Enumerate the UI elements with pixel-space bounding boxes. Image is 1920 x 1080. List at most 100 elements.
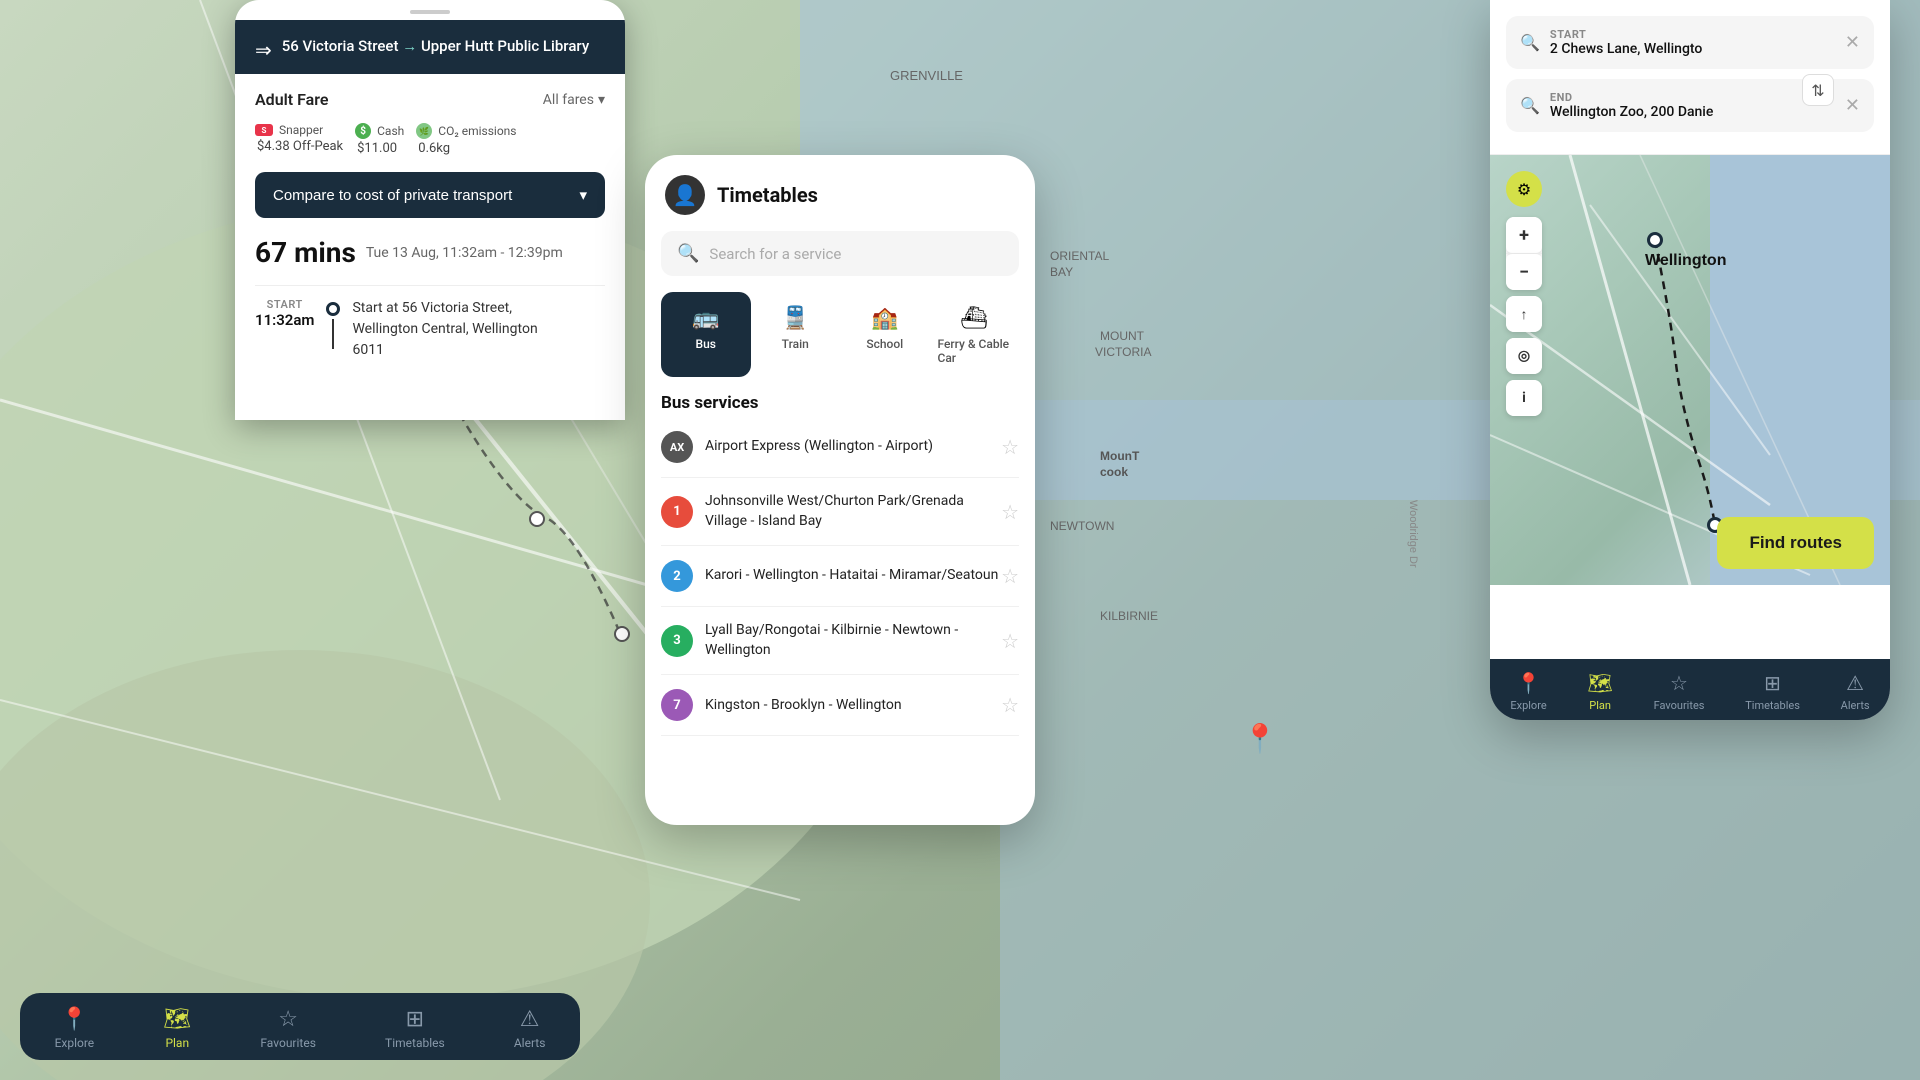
address-line1: Start at 56 Victoria Street, <box>352 300 512 316</box>
tab-school[interactable]: 🏫 School <box>840 292 930 377</box>
svg-text:Wellington: Wellington <box>1645 252 1726 269</box>
all-fares-button[interactable]: All fares ▾ <box>543 92 605 108</box>
service-3[interactable]: 3 Lyall Bay/Rongotai - Kilbirnie - Newto… <box>661 607 1019 675</box>
plan-icon: 🗺 <box>1587 671 1612 695</box>
plan-nav-label: Plan <box>1589 699 1611 712</box>
ferry-icon: ⛴ <box>960 306 988 331</box>
explore-label: Explore <box>55 1036 95 1050</box>
route-map-preview: Wellington ⚙ + − ↑ ◎ i Find routes <box>1490 155 1890 585</box>
start-address: Start at 56 Victoria Street, Wellington … <box>352 298 537 361</box>
card3-nav-alerts[interactable]: ⚠ Alerts <box>1841 671 1870 712</box>
alerts-label: Alerts <box>514 1036 546 1050</box>
filter-icon: ⚙ <box>1517 180 1531 199</box>
service-name-2: Karori - Wellington - Hataitai - Miramar… <box>705 566 998 586</box>
svg-text:cook: cook <box>1100 465 1128 479</box>
tab-bus[interactable]: 🚌 Bus <box>661 292 751 377</box>
card1-body: Adult Fare All fares ▾ S Snapper $4.38 O… <box>235 74 625 377</box>
start-label-col: START 11:32am <box>255 298 314 329</box>
start-input-content: START 2 Chews Lane, Wellingto <box>1550 28 1702 57</box>
find-routes-label: Find routes <box>1749 533 1842 552</box>
card1-route-text: 56 Victoria Street → Upper Hutt Public L… <box>282 36 589 57</box>
card3-nav-plan[interactable]: 🗺 Plan <box>1587 671 1612 712</box>
start-dot <box>326 302 340 316</box>
svg-text:MounT: MounT <box>1100 449 1140 463</box>
timetables-nav-label: Timetables <box>1745 699 1800 712</box>
nav-favourites[interactable]: ☆ Favourites <box>260 1007 316 1050</box>
compare-transport-button[interactable]: Compare to cost of private transport ▾ <box>255 172 605 218</box>
service-badge-2: 2 <box>661 560 693 592</box>
co2-badge: 🌿 CO₂ emissions <box>416 123 516 139</box>
nav-timetables[interactable]: ⊞ Timetables <box>385 1007 445 1050</box>
fare-header: Adult Fare All fares ▾ <box>255 90 605 109</box>
tab-ferry-cable[interactable]: ⛴ Ferry & Cable Car <box>930 292 1020 377</box>
svg-text:VICTORIA: VICTORIA <box>1095 345 1151 359</box>
snapper-amount: $4.38 Off-Peak <box>255 139 343 154</box>
snapper-badge: S Snapper <box>255 123 343 137</box>
service-left: 1 Johnsonville West/Churton Park/Grenada… <box>661 492 1001 531</box>
nav-plan[interactable]: 🗺 Plan <box>163 1007 191 1050</box>
svg-text:MOUNT: MOUNT <box>1100 329 1145 343</box>
favourite-star-2[interactable]: ☆ <box>1001 564 1019 588</box>
service-badge-1: 1 <box>661 496 693 528</box>
compass-button[interactable]: ↑ <box>1506 296 1542 332</box>
train-tab-label: Train <box>782 337 809 351</box>
favourite-star-3[interactable]: ☆ <box>1001 629 1019 653</box>
explore-icon: 📍 <box>61 1007 88 1032</box>
info-button[interactable]: i <box>1506 380 1542 416</box>
card3-nav-explore[interactable]: 📍 Explore <box>1510 671 1546 712</box>
cash-badge: $ Cash <box>355 123 404 139</box>
favourites-icon: ☆ <box>278 1007 298 1032</box>
search-icon: 🔍 <box>1520 96 1540 115</box>
train-icon: 🚆 <box>782 306 809 331</box>
services-section-title: Bus services <box>661 393 1019 413</box>
search-placeholder: Search for a service <box>709 245 841 263</box>
service-7[interactable]: 7 Kingston - Brooklyn - Wellington ☆ <box>661 675 1019 736</box>
school-icon: 🏫 <box>871 306 898 331</box>
zoom-in-button[interactable]: + <box>1506 217 1542 253</box>
tab-train[interactable]: 🚆 Train <box>751 292 841 377</box>
start-label: START <box>255 298 314 311</box>
bus-services-section: Bus services AX Airport Express (Welling… <box>645 377 1035 736</box>
find-routes-button[interactable]: Find routes <box>1717 517 1874 569</box>
alerts-icon: ⚠ <box>520 1007 540 1032</box>
favourites-nav-label: Favourites <box>1654 699 1705 712</box>
my-location-button[interactable]: ◎ <box>1506 338 1542 374</box>
clear-end-button[interactable]: ✕ <box>1845 95 1860 116</box>
start-input[interactable]: 🔍 START 2 Chews Lane, Wellingto ✕ <box>1506 16 1874 69</box>
plan-icon: 🗺 <box>163 1007 191 1032</box>
alerts-icon: ⚠ <box>1846 671 1864 695</box>
user-avatar: 👤 <box>665 175 705 215</box>
card3-nav-timetables[interactable]: ⊞ Timetables <box>1745 671 1800 712</box>
end-input-value: Wellington Zoo, 200 Danie <box>1550 104 1713 120</box>
zoom-controls: + − <box>1506 217 1542 290</box>
service-2[interactable]: 2 Karori - Wellington - Hataitai - Miram… <box>661 546 1019 607</box>
swap-locations-button[interactable]: ⇅ <box>1802 74 1834 106</box>
service-badge-ax: AX <box>661 431 693 463</box>
service-1[interactable]: 1 Johnsonville West/Churton Park/Grenada… <box>661 478 1019 546</box>
chevron-down-icon: ▾ <box>579 186 587 204</box>
favourite-star-1[interactable]: ☆ <box>1001 500 1019 524</box>
svg-text:GRENVILLE: GRENVILLE <box>890 68 963 83</box>
zoom-out-button[interactable]: − <box>1506 254 1542 290</box>
svg-text:NEWTOWN: NEWTOWN <box>1050 519 1114 533</box>
cash-icon: $ <box>355 123 371 139</box>
route-info-card: ⇒ 56 Victoria Street → Upper Hutt Public… <box>235 0 625 420</box>
nav-alerts[interactable]: ⚠ Alerts <box>514 1007 546 1050</box>
filter-button[interactable]: ⚙ <box>1506 171 1542 207</box>
service-badge-3: 3 <box>661 625 693 657</box>
favourite-star-7[interactable]: ☆ <box>1001 693 1019 717</box>
service-name-1: Johnsonville West/Churton Park/Grenada V… <box>705 492 1001 531</box>
service-search-bar[interactable]: 🔍 Search for a service <box>661 231 1019 276</box>
timetables-icon: ⊞ <box>1764 671 1781 695</box>
service-airport-express[interactable]: AX Airport Express (Wellington - Airport… <box>661 417 1019 478</box>
duration-minutes: 67 mins <box>255 236 356 269</box>
service-name-ax: Airport Express (Wellington - Airport) <box>705 437 933 457</box>
nav-explore[interactable]: 📍 Explore <box>55 1007 95 1050</box>
svg-text:ORIENTAL: ORIENTAL <box>1050 249 1109 263</box>
snapper-icon: S <box>255 124 273 136</box>
favourite-star-ax[interactable]: ☆ <box>1001 435 1019 459</box>
plan-label: Plan <box>165 1036 189 1050</box>
divider <box>255 285 605 286</box>
card3-nav-favourites[interactable]: ☆ Favourites <box>1654 671 1705 712</box>
clear-start-button[interactable]: ✕ <box>1845 32 1860 53</box>
